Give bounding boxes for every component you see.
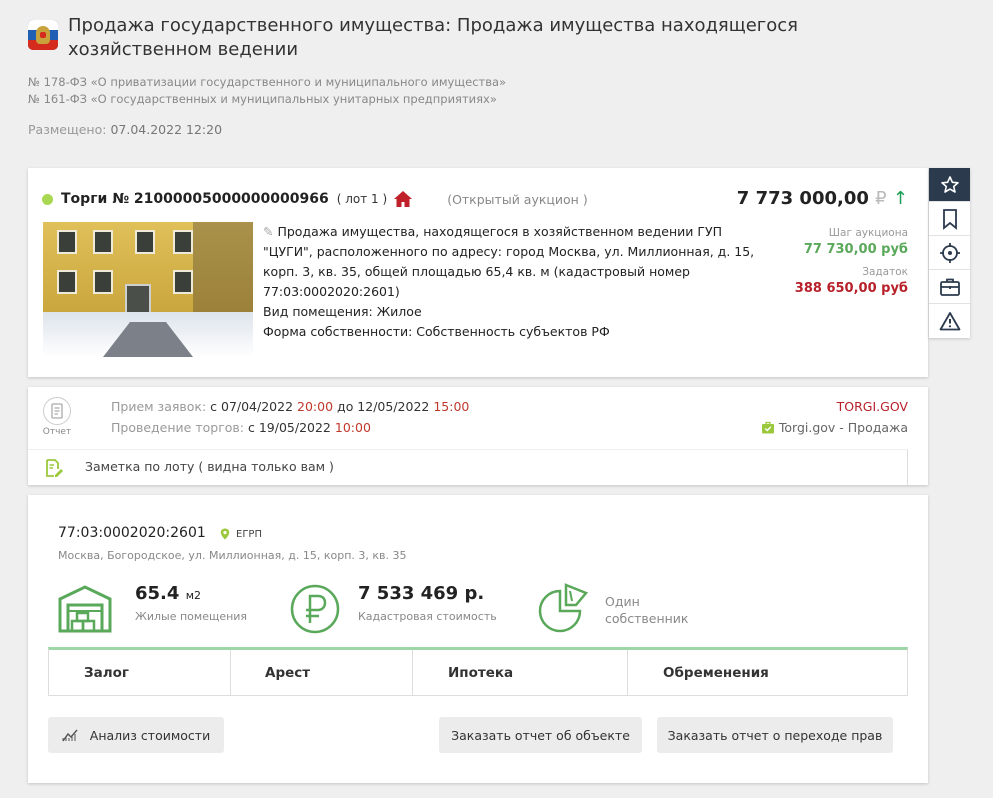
- trading-row: Проведение торгов: с 19/05/2022 10:00: [111, 417, 469, 438]
- star-icon: [940, 175, 959, 193]
- cost-label: Кадастровая стоимость: [358, 610, 497, 623]
- side-toolbar: [929, 168, 970, 338]
- owners-count: Один собственник: [605, 593, 688, 627]
- description-text: Продажа имущества, находящегося в хозяйс…: [263, 224, 755, 299]
- auction-type: (Открытый аукцион ): [447, 191, 588, 207]
- target-icon: [939, 242, 960, 263]
- note-edit-icon: [46, 459, 63, 477]
- ruble-icon: ₽: [875, 188, 887, 209]
- favorite-button[interactable]: [929, 168, 970, 202]
- lot-header: Торги № 21000005000000000966 ( лот 1 ) (…: [42, 190, 588, 208]
- law-161: № 161-ФЗ «О государственных и муниципаль…: [28, 92, 497, 106]
- area-stat: 65.4 м2 Жилые помещения: [135, 583, 247, 623]
- encumbrance-tabs: Залог Арест Ипотека Обременения: [48, 647, 908, 696]
- trading-date: с 19/05/2022: [247, 420, 331, 435]
- object-address: Москва, Богородское, ул. Миллионная, д. …: [58, 549, 407, 562]
- ruble-coin-icon: [290, 584, 340, 634]
- premise-type: Вид помещения: Жилое: [263, 304, 422, 319]
- deposit-value: 388 650,00 руб: [794, 281, 908, 296]
- lot-price: 7 773 000,00 ₽ ↑: [737, 188, 908, 209]
- posted-value: 07.04.2022 12:20: [110, 122, 223, 137]
- object-card: 77:03:0002020:2601 ЕГРП Москва, Богородс…: [28, 495, 928, 783]
- report-problem-button[interactable]: [929, 304, 970, 338]
- schedule-dates: Прием заявок: с 07/04/2022 20:00 до 12/0…: [111, 396, 469, 438]
- posted-date: Размещено: 07.04.2022 12:20: [28, 122, 222, 137]
- schedule-card: Отчет Прием заявок: с 07/04/2022 20:00 д…: [28, 387, 928, 485]
- owner-line2: собственник: [605, 611, 689, 626]
- warning-icon: [939, 312, 960, 331]
- step-value: 77 730,00 руб: [803, 242, 908, 257]
- source-info: TORGI.GOV Torgi.gov - Продажа: [761, 396, 908, 438]
- egrp-label: ЕГРП: [236, 528, 262, 540]
- document-icon: [51, 403, 63, 419]
- source-sub: Torgi.gov - Продажа: [761, 417, 908, 438]
- applications-row: Прием заявок: с 07/04/2022 20:00 до 12/0…: [111, 396, 469, 417]
- pencil-icon: ✎: [263, 224, 274, 239]
- applications-from: с 07/04/2022: [210, 399, 294, 414]
- lot-number: ( лот 1 ): [336, 192, 388, 206]
- cadastral-number[interactable]: 77:03:0002020:2601: [58, 525, 206, 541]
- tab-mortgage[interactable]: Ипотека: [413, 650, 628, 695]
- lot-photo[interactable]: [43, 222, 253, 357]
- owner-line1: Один: [605, 594, 640, 609]
- trading-time: 10:00: [334, 420, 371, 435]
- checked-bag-icon: [761, 421, 774, 434]
- bookmark-button[interactable]: [929, 202, 970, 236]
- pie-chart-icon: [538, 583, 589, 633]
- tab-arrest[interactable]: Арест: [231, 650, 413, 695]
- arrow-up-icon: ↑: [892, 188, 908, 209]
- posted-label: Размещено:: [28, 122, 107, 137]
- applications-to: до 12/05/2022: [337, 399, 430, 414]
- applications-to-time: 15:00: [433, 399, 470, 414]
- egrp-badge[interactable]: ЕГРП: [220, 528, 262, 540]
- tab-encumbrances[interactable]: Обременения: [628, 650, 907, 695]
- cost-value: 7 533 469 р.: [358, 583, 485, 604]
- tab-pledge[interactable]: Залог: [49, 650, 231, 695]
- deposit-label: Задаток: [862, 266, 908, 278]
- portfolio-button[interactable]: [929, 270, 970, 304]
- briefcase-icon: [939, 278, 960, 296]
- order-rights-report-button[interactable]: Заказать отчет о переходе прав: [657, 717, 893, 753]
- price-value: 7 773 000,00: [736, 188, 869, 209]
- ownership-form: Форма собственности: Собственность субъе…: [263, 324, 610, 339]
- law-178: № 178-ФЗ «О приватизации государственног…: [28, 75, 507, 89]
- area-label: Жилые помещения: [135, 610, 248, 623]
- area-unit: м2: [185, 589, 201, 602]
- lot-values: Шаг аукциона 77 730,00 руб Задаток 388 6…: [795, 226, 908, 299]
- warehouse-icon: [58, 585, 112, 633]
- report-button[interactable]: Отчет: [42, 397, 72, 437]
- lot-card: Торги № 21000005000000000966 ( лот 1 ) (…: [28, 168, 928, 377]
- lot-note[interactable]: Заметка по лоту ( видна только вам ): [28, 449, 908, 485]
- page-title: Продажа государственного имущества: Прод…: [68, 15, 798, 60]
- house-icon: [394, 191, 413, 207]
- cost-analysis-button[interactable]: Анализ стоимости: [48, 717, 224, 753]
- locate-button[interactable]: [929, 236, 970, 270]
- law-references: № 178-ФЗ «О приватизации государственног…: [28, 74, 506, 108]
- lot-description: ✎ Продажа имущества, находящегося в хозя…: [263, 222, 763, 342]
- applications-from-time: 20:00: [297, 399, 334, 414]
- cost-stat: 7 533 469 р. Кадастровая стоимость: [358, 583, 497, 623]
- step-label: Шаг аукциона: [828, 227, 908, 239]
- applications-label: Прием заявок:: [111, 399, 207, 414]
- trading-label: Проведение торгов:: [111, 420, 244, 435]
- cost-analysis-label: Анализ стоимости: [89, 727, 211, 743]
- lot-title[interactable]: Торги № 21000005000000000966: [61, 191, 329, 207]
- area-value: 65.4: [135, 583, 180, 604]
- source-link[interactable]: TORGI.GOV: [761, 396, 908, 417]
- bookmark-icon: [942, 208, 957, 230]
- report-label: Отчет: [42, 427, 72, 437]
- analysis-icon: [62, 729, 78, 742]
- map-pin-icon: [220, 528, 230, 540]
- note-text: Заметка по лоту ( видна только вам ): [85, 459, 334, 474]
- emblem-logo: [28, 20, 58, 50]
- status-dot: [42, 193, 53, 205]
- order-object-report-button[interactable]: Заказать отчет об объекте: [439, 717, 642, 753]
- source-sub-text: Torgi.gov - Продажа: [778, 420, 908, 435]
